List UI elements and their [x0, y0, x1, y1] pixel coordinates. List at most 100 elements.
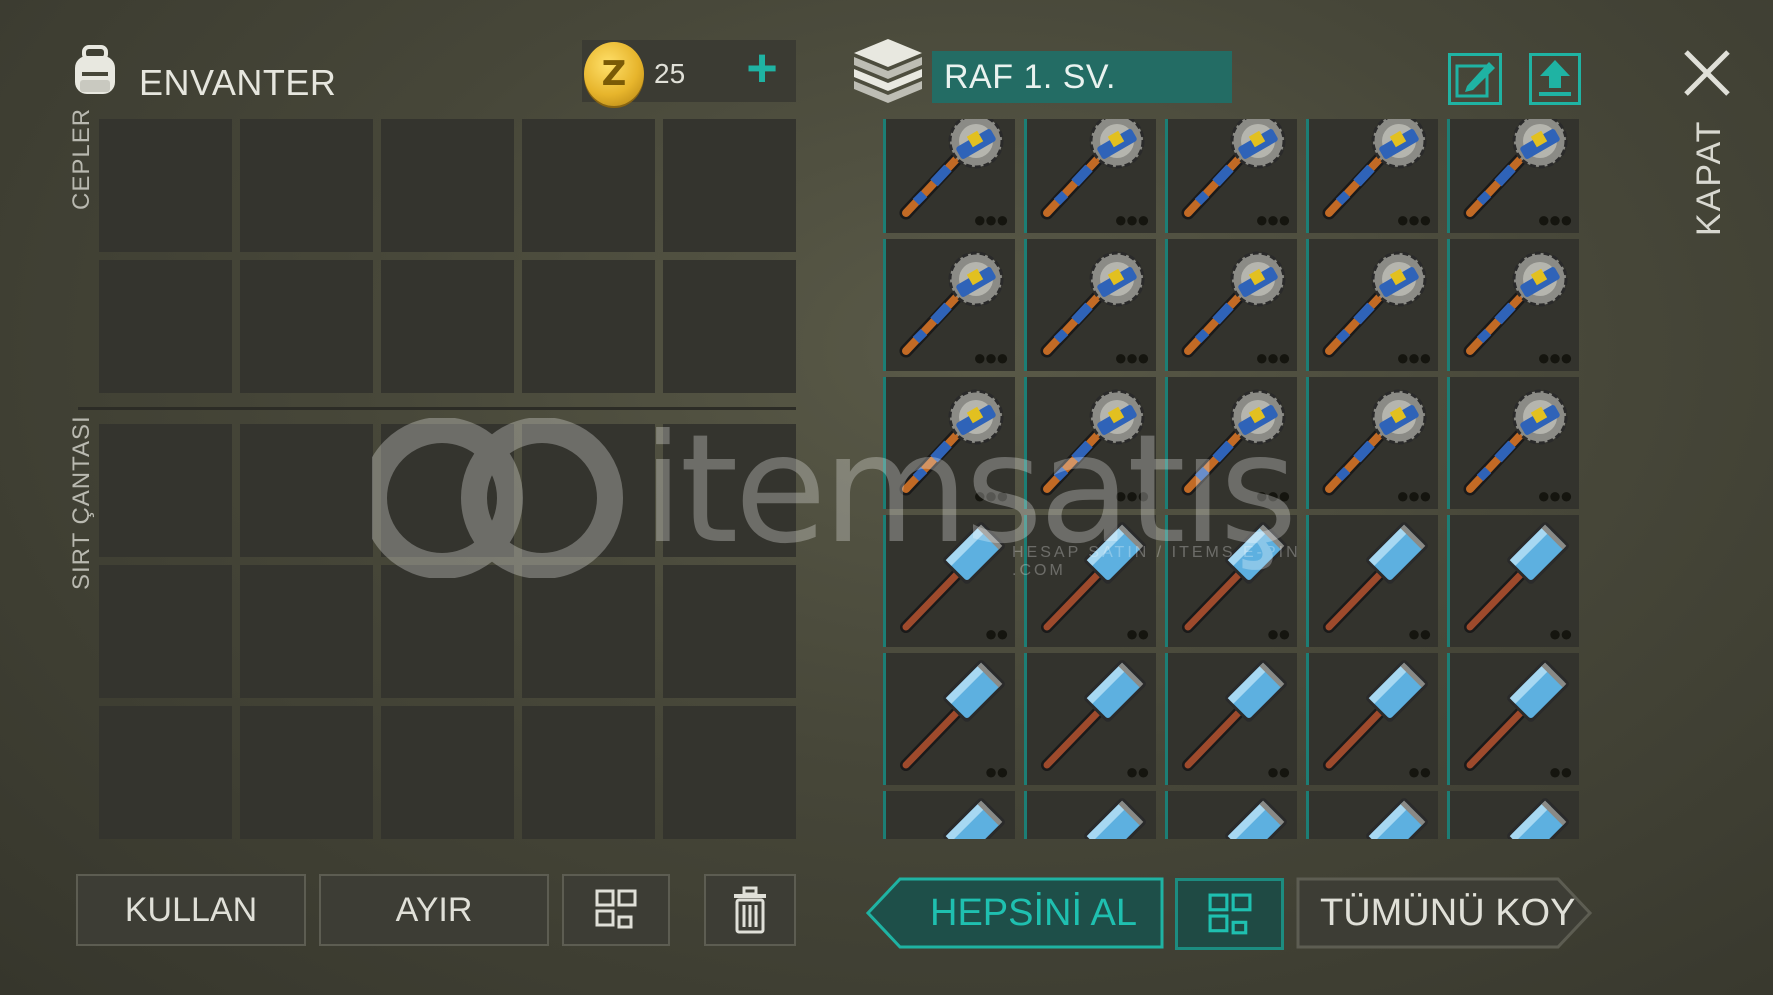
backpack-slot[interactable] [381, 424, 514, 557]
pocket-slot[interactable] [99, 260, 232, 393]
backpack-slot[interactable] [99, 706, 232, 839]
storage-slot-saw-mace[interactable]: ●●● [883, 239, 1015, 371]
close-label[interactable]: KAPAT [1690, 120, 1729, 236]
storage-slot-saw-mace[interactable]: ●●● [883, 119, 1015, 233]
storage-slot-saw-mace[interactable]: ●●● [1024, 239, 1156, 371]
storage-slot-sledgehammer[interactable]: ●● [1306, 791, 1438, 839]
storage-slot-saw-mace[interactable]: ●●● [883, 377, 1015, 509]
storage-slot-sledgehammer[interactable]: ●● [883, 515, 1015, 647]
sledgehammer-icon [1084, 798, 1146, 839]
sort-grid-button[interactable] [562, 874, 670, 946]
pockets-grid [99, 119, 796, 393]
storage-slot-sledgehammer[interactable]: ●● [1306, 515, 1438, 647]
storage-slot-saw-mace[interactable]: ●●● [1447, 119, 1579, 233]
storage-slot-saw-mace[interactable]: ●●● [1306, 239, 1438, 371]
storage-grid-viewport[interactable]: ●●● ●●● ●●● ●●● ●●● ●●● ●●● ●●● ●●● ●●● … [883, 119, 1579, 839]
close-icon[interactable] [1682, 48, 1732, 98]
storage-slot-sledgehammer[interactable]: ●● [1165, 515, 1297, 647]
coin-count: 25 [654, 58, 686, 89]
backpack-slot[interactable] [99, 565, 232, 698]
delete-button[interactable] [704, 874, 796, 946]
upload-button[interactable] [1529, 53, 1581, 105]
durability-dots: ●● [1125, 759, 1150, 784]
storage-grid: ●●● ●●● ●●● ●●● ●●● ●●● ●●● ●●● ●●● ●●● … [883, 119, 1579, 839]
storage-slot-saw-mace[interactable]: ●●● [1024, 119, 1156, 233]
storage-slot-saw-mace[interactable]: ●●● [1447, 377, 1579, 509]
storage-slot-sledgehammer[interactable]: ●● [1447, 653, 1579, 785]
pocket-slot[interactable] [99, 119, 232, 252]
coin-icon: Z [584, 42, 644, 106]
section-divider [78, 407, 796, 410]
add-coins-button[interactable]: + [740, 41, 784, 95]
storage-slot-sledgehammer[interactable]: ●● [1024, 791, 1156, 839]
storage-slot-sledgehammer[interactable]: ●● [1165, 791, 1297, 839]
durability-dots: ●●● [1537, 483, 1573, 508]
backpack-slot[interactable] [381, 706, 514, 839]
backpack-slot[interactable] [240, 565, 373, 698]
backpack-grid [99, 424, 796, 839]
pocket-slot[interactable] [240, 260, 373, 393]
pocket-slot[interactable] [663, 119, 796, 252]
grid-icon [1208, 893, 1252, 935]
durability-dots: ●●● [1396, 207, 1432, 232]
storage-slot-saw-mace[interactable]: ●●● [1165, 239, 1297, 371]
storage-slot-sledgehammer[interactable]: ●● [1447, 791, 1579, 839]
put-all-label: TÜMÜNÜ KOY [1320, 892, 1576, 934]
backpack-slot[interactable] [522, 706, 655, 839]
durability-dots: ●●● [1114, 345, 1150, 370]
backpack-slot[interactable] [663, 565, 796, 698]
storage-slot-saw-mace[interactable]: ●●● [1447, 239, 1579, 371]
storage-slot-sledgehammer[interactable]: ●● [1447, 515, 1579, 647]
storage-slot-sledgehammer[interactable]: ●● [1306, 653, 1438, 785]
storage-slot-sledgehammer[interactable]: ●● [883, 653, 1015, 785]
pocket-slot[interactable] [522, 119, 655, 252]
storage-slot-saw-mace[interactable]: ●●● [1165, 119, 1297, 233]
pocket-slot[interactable] [381, 119, 514, 252]
durability-dots: ●● [1548, 621, 1573, 646]
use-button[interactable]: KULLAN [76, 874, 306, 946]
split-button[interactable]: AYIR [319, 874, 549, 946]
take-all-label: HEPSİNİ AL [930, 892, 1137, 934]
backpack-slot[interactable] [240, 706, 373, 839]
durability-dots: ●●● [1537, 345, 1573, 370]
pocket-slot[interactable] [240, 119, 373, 252]
storage-slot-saw-mace[interactable]: ●●● [1165, 377, 1297, 509]
rename-storage-button[interactable] [1448, 53, 1502, 105]
durability-dots: ●●● [1114, 207, 1150, 232]
storage-slot-saw-mace[interactable]: ●●● [1306, 377, 1438, 509]
pockets-label: CEPLER [68, 107, 95, 210]
durability-dots: ●●● [1537, 207, 1573, 232]
durability-dots: ●● [1407, 759, 1432, 784]
durability-dots: ●● [1266, 621, 1291, 646]
durability-dots: ●●● [973, 207, 1009, 232]
backpack-label: SIRT ÇANTASI [68, 415, 95, 590]
storage-slot-sledgehammer[interactable]: ●● [1165, 653, 1297, 785]
inventory-title: ENVANTER [139, 62, 337, 103]
backpack-slot[interactable] [663, 706, 796, 839]
sort-storage-button[interactable] [1175, 878, 1284, 950]
storage-name: RAF 1. SV. [932, 51, 1232, 103]
durability-dots: ●● [1125, 621, 1150, 646]
pocket-slot[interactable] [663, 260, 796, 393]
storage-slot-saw-mace[interactable]: ●●● [1306, 119, 1438, 233]
pocket-slot[interactable] [381, 260, 514, 393]
storage-slot-saw-mace[interactable]: ●●● [1024, 377, 1156, 509]
storage-stack-icon [854, 39, 922, 103]
backpack-slot[interactable] [99, 424, 232, 557]
backpack-slot[interactable] [522, 565, 655, 698]
backpack-slot[interactable] [240, 424, 373, 557]
pocket-slot[interactable] [522, 260, 655, 393]
backpack-icon [75, 45, 115, 94]
storage-slot-sledgehammer[interactable]: ●● [1024, 515, 1156, 647]
durability-dots: ●●● [973, 345, 1009, 370]
durability-dots: ●●● [1255, 207, 1291, 232]
backpack-slot[interactable] [522, 424, 655, 557]
durability-dots: ●● [1407, 621, 1432, 646]
durability-dots: ●● [1548, 759, 1573, 784]
storage-slot-sledgehammer[interactable]: ●● [883, 791, 1015, 839]
edit-icon [1455, 62, 1495, 98]
backpack-slot[interactable] [663, 424, 796, 557]
storage-slot-sledgehammer[interactable]: ●● [1024, 653, 1156, 785]
backpack-slot[interactable] [381, 565, 514, 698]
sledgehammer-icon [943, 798, 1005, 839]
